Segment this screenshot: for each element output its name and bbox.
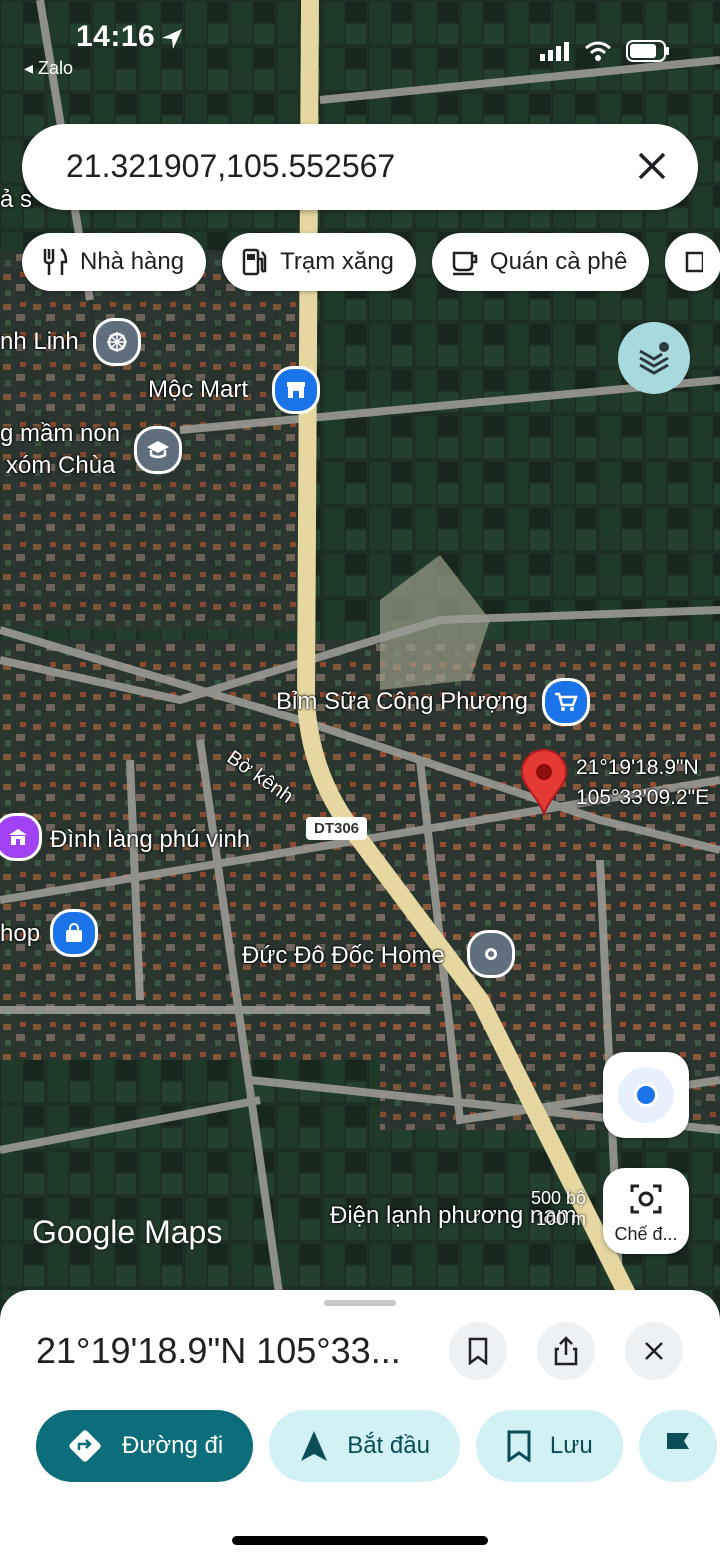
place-label-school-1[interactable]: g mầm non (0, 420, 120, 448)
bookmark-icon (507, 1430, 531, 1462)
pin-latitude: 21°19'18.9"N (576, 756, 699, 779)
directions-icon (69, 1430, 101, 1462)
map-scale: 500 bộ 100 m (496, 1188, 586, 1230)
landmark-icon[interactable] (0, 813, 42, 861)
shopping-cart-icon[interactable] (542, 678, 590, 726)
share-icon (554, 1336, 578, 1366)
location-arrow-icon (162, 29, 182, 49)
camera-scan-icon (630, 1184, 662, 1214)
layers-icon (639, 342, 669, 375)
scale-meters: 100 m (535, 1209, 586, 1229)
place-label-duc-do[interactable]: Đức Đô Đốc Home (242, 942, 445, 970)
temple-icon[interactable] (93, 318, 141, 366)
sheet-drag-handle[interactable] (324, 1300, 396, 1306)
school-icon[interactable] (134, 426, 182, 474)
location-pin-icon[interactable] (518, 748, 570, 816)
directions-button[interactable]: Đường đi (36, 1410, 254, 1482)
place-marker-icon[interactable] (467, 930, 515, 978)
map-view[interactable]: 14:16 ◂ Zalo 21.321907,105.552567 Nhà hà… (0, 0, 720, 1300)
battery-icon (626, 40, 669, 62)
lens-mode-button[interactable]: Chế đ... (603, 1168, 689, 1254)
search-bar[interactable]: 21.321907,105.552567 (22, 124, 698, 210)
road-shield: DT306 (306, 817, 368, 840)
search-query[interactable]: 21.321907,105.552567 (66, 148, 395, 185)
start-navigation-button[interactable]: Bắt đầu (269, 1410, 460, 1482)
place-label-linh[interactable]: nh Linh (0, 328, 79, 356)
my-location-icon (618, 1067, 674, 1123)
action-buttons-row: Đường đi Bắt đầu Lưu (36, 1410, 717, 1482)
chip-restaurant[interactable]: Nhà hàng (22, 233, 207, 291)
scale-feet: 500 bộ (530, 1188, 586, 1208)
back-to-app-link[interactable]: ◂ Zalo (24, 58, 73, 79)
home-indicator (232, 1536, 488, 1545)
close-sheet-button[interactable] (625, 1322, 683, 1380)
restaurant-icon (43, 248, 68, 275)
google-maps-logo: Google Maps (32, 1214, 223, 1250)
clear-search-icon[interactable] (632, 146, 672, 186)
layers-button[interactable] (618, 322, 690, 394)
my-location-button[interactable] (603, 1052, 689, 1138)
store-icon[interactable] (272, 366, 320, 414)
chip-label: Trạm xăng (280, 248, 394, 275)
bookmark-icon (468, 1337, 488, 1365)
place-label-moc-mart[interactable]: Mộc Mart (148, 376, 248, 404)
place-label-dinh-lang[interactable]: Đình làng phú vinh (50, 826, 250, 854)
place-label-edge: ả s (0, 186, 33, 213)
pin-longitude: 105°33'09.2"E (576, 786, 710, 809)
save-bookmark-button[interactable] (449, 1322, 507, 1380)
navigation-arrow-icon (301, 1431, 328, 1461)
status-bar: 14:16 ◂ Zalo (0, 0, 720, 90)
share-button[interactable] (537, 1322, 595, 1380)
close-icon (645, 1342, 663, 1360)
shopping-bag-icon[interactable] (50, 909, 98, 957)
place-title: 21°19'18.9"N 105°33... (36, 1330, 401, 1371)
flag-icon (666, 1433, 689, 1460)
chip-more[interactable] (665, 233, 720, 291)
chip-coffee[interactable]: Quán cà phê (431, 233, 650, 291)
coffee-icon (452, 251, 478, 276)
chip-label: Quán cà phê (489, 248, 628, 275)
start-label: Bắt đầu (347, 1432, 430, 1459)
place-label-shop[interactable]: hop (0, 920, 40, 948)
gas-station-icon (242, 248, 267, 276)
directions-label: Đường đi (122, 1432, 224, 1459)
save-label: Lưu (549, 1432, 593, 1459)
place-label-school-2[interactable]: xóm Chùa (6, 452, 115, 480)
category-chips: Nhà hàng Trạm xăng Quán cà phê (22, 233, 720, 291)
lens-label: Chế đ... (614, 1224, 678, 1244)
place-bottom-sheet[interactable]: 21°19'18.9"N 105°33... Đường đi Bắt đầu … (0, 1290, 720, 1560)
label-button[interactable] (638, 1410, 717, 1482)
signal-icon (540, 42, 569, 61)
chip-label: Nhà hàng (80, 248, 185, 275)
place-label-bim-sua[interactable]: Bỉm Sữa Công Phượng (276, 688, 528, 716)
wifi-icon (585, 41, 611, 61)
hotel-icon (686, 251, 704, 273)
chip-gas-station[interactable]: Trạm xăng (222, 233, 416, 291)
clock: 14:16 (76, 20, 156, 53)
save-button[interactable]: Lưu (475, 1410, 623, 1482)
